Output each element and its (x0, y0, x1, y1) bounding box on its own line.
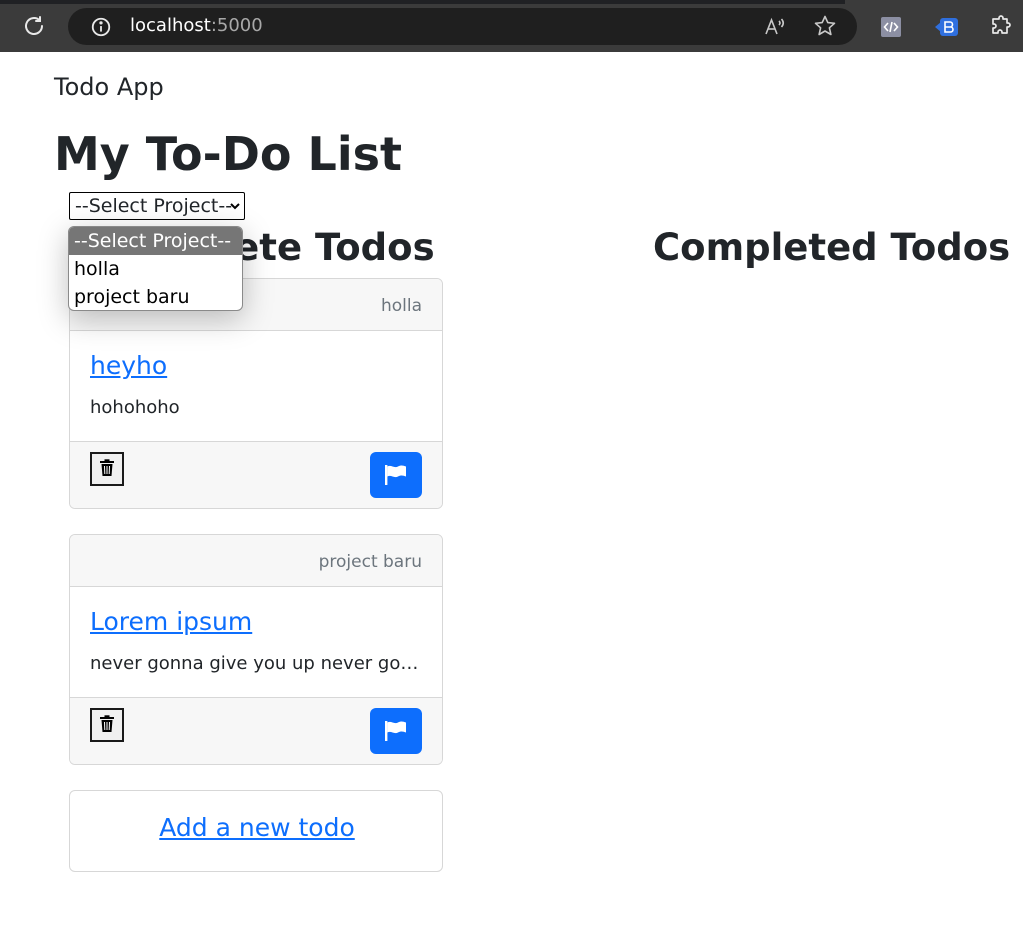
reload-icon[interactable] (22, 14, 46, 38)
code-extension-icon[interactable] (880, 16, 902, 38)
url-port: :5000 (210, 15, 263, 36)
complete-todo-button[interactable] (370, 452, 422, 498)
add-todo-link[interactable]: Add a new todo (70, 813, 444, 842)
read-aloud-icon[interactable] (763, 15, 787, 39)
project-select-value: --Select Project-- (75, 195, 233, 217)
project-select-dropdown: --Select Project-- holla project baru (68, 226, 243, 311)
delete-todo-button[interactable] (90, 708, 124, 742)
todo-card-footer (70, 698, 442, 764)
completed-todos-heading: Completed Todos (653, 226, 1011, 269)
page-title: My To-Do List (54, 127, 402, 181)
navbar-brand[interactable]: Todo App (54, 73, 164, 101)
address-text[interactable]: localhost:5000 (130, 15, 263, 36)
todo-title-link[interactable]: Lorem ipsum (90, 607, 252, 636)
todo-card-body: heyho hohohoho (70, 331, 442, 442)
url-host: localhost (130, 15, 211, 36)
todo-card: project baru Lorem ipsum never gonna giv… (69, 534, 443, 765)
browser-toolbar: localhost:5000 (0, 0, 1023, 52)
todo-project-label: holla (380, 296, 422, 316)
flag-icon (385, 465, 406, 485)
project-option[interactable]: project baru (69, 283, 242, 310)
tab-strip-edge (0, 0, 845, 4)
bootstrap-extension-icon[interactable] (935, 16, 959, 38)
project-option[interactable]: holla (69, 255, 242, 283)
delete-todo-button[interactable] (90, 452, 124, 486)
trash-icon (100, 459, 114, 476)
puzzle-icon[interactable] (990, 14, 1014, 38)
todo-card-header: project baru (70, 535, 442, 587)
add-todo-card: Add a new todo (69, 790, 443, 872)
todo-description: hohohoho (90, 397, 180, 418)
info-icon[interactable] (90, 16, 112, 38)
todo-title-link[interactable]: heyho (90, 351, 167, 380)
todo-card-body: Lorem ipsum never gonna give you up neve… (70, 587, 442, 698)
project-select[interactable]: --Select Project-- (69, 192, 245, 220)
complete-todo-button[interactable] (370, 708, 422, 754)
todo-card: holla heyho hohohoho (69, 278, 443, 509)
project-option[interactable]: --Select Project-- (69, 227, 242, 255)
star-icon[interactable] (813, 14, 837, 38)
trash-icon (100, 715, 114, 732)
chevron-down-icon (230, 203, 240, 210)
flag-icon (385, 721, 406, 741)
todo-description: never gonna give you up never gonna let … (90, 653, 424, 674)
todo-card-footer (70, 442, 442, 508)
todo-project-label: project baru (318, 552, 422, 572)
